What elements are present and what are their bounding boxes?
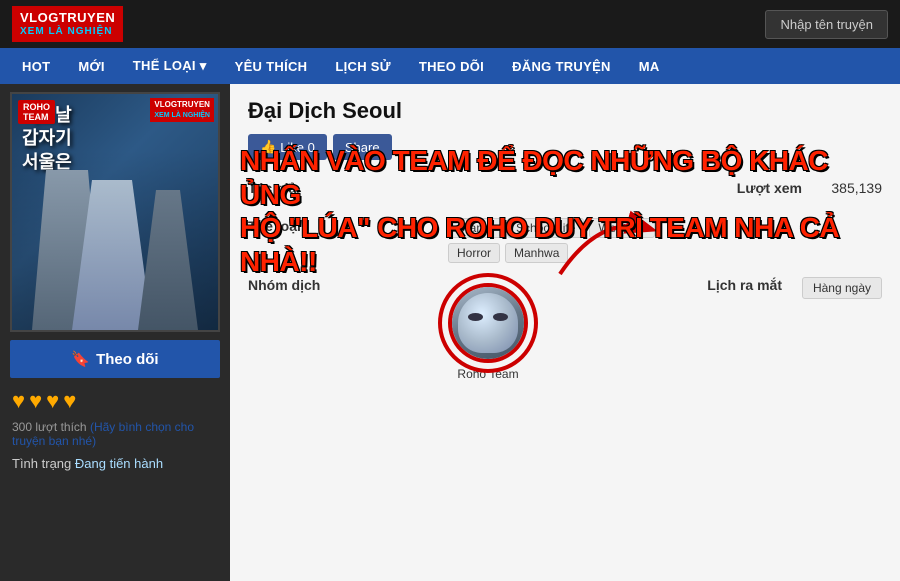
- nav-yeu-thich[interactable]: YÊU THÍCH: [221, 48, 322, 84]
- roho-badge: ROHOTEAM: [18, 100, 55, 124]
- nav-lich-su[interactable]: LỊCH SỬ: [321, 48, 405, 84]
- nav-hot[interactable]: HOT: [8, 48, 64, 84]
- stars-row: ♥ ♥ ♥ ♥: [8, 388, 76, 414]
- status-row: Tình trạng Đang tiến hành: [8, 456, 163, 471]
- logo-line2: XEM LÀ NGHIỆN: [20, 26, 115, 38]
- rating-text: 300 lượt thích (Hãy bình chọn cho truyện…: [8, 420, 222, 448]
- star-3[interactable]: ♥: [46, 388, 59, 414]
- face-shape: [458, 293, 518, 353]
- nhom-dich-row: Nhóm dịch Roho Team Lịch ra mắt Hàng ngà…: [248, 271, 882, 387]
- nav-dang-truyen[interactable]: ĐĂNG TRUYỆN: [498, 48, 625, 84]
- navigation: HOT MỚI THỂ LOẠI ▾ YÊU THÍCH LỊCH SỬ THE…: [0, 48, 900, 84]
- overlay-line1: NHẤN VÀO TEAM ĐỂ ĐỌC NHỮNG BỘ KHÁC ỦNG: [240, 144, 890, 211]
- header: VLOGTRUYEN XEM LÀ NGHIỆN Nhập tên truyện: [0, 0, 900, 48]
- star-1[interactable]: ♥: [12, 388, 25, 414]
- search-button[interactable]: Nhập tên truyện: [765, 10, 888, 39]
- status-value: Đang tiến hành: [75, 456, 163, 471]
- star-2[interactable]: ♥: [29, 388, 42, 414]
- team-avatar-inner: [452, 287, 524, 359]
- nav-theo-doi[interactable]: THEO DÕI: [405, 48, 498, 84]
- team-name: Roho Team: [448, 367, 528, 381]
- cover-logo: VLOGTRUYENXEM LÀ NGHIỆN: [150, 98, 214, 122]
- nhom-dich-value: Roho Team: [448, 271, 662, 387]
- team-avatar[interactable]: [448, 283, 528, 363]
- nav-the-loai[interactable]: THỂ LOẠI ▾: [119, 48, 221, 84]
- logo-line1: VLOGTRUYEN: [20, 10, 115, 26]
- main-content: VLOGTRUYENXEM LÀ NGHIỆN 어느날갑자기서울은 ROHOTE…: [0, 84, 900, 581]
- content-area: Đại Dịch Seoul 👍 Like 0 Share NHẤN VÀO T…: [230, 84, 900, 581]
- cover-image: VLOGTRUYENXEM LÀ NGHIỆN 어느날갑자기서울은 ROHOTE…: [10, 92, 220, 332]
- sidebar: VLOGTRUYENXEM LÀ NGHIỆN 어느날갑자기서울은 ROHOTE…: [0, 84, 230, 581]
- lich-badge: Hàng ngày: [802, 277, 882, 299]
- status-label: Tình trạng: [12, 456, 71, 471]
- manga-title: Đại Dịch Seoul: [248, 98, 882, 124]
- star-4[interactable]: ♥: [63, 388, 76, 414]
- follow-label: Theo dõi: [96, 351, 159, 368]
- overlay-text: NHẤN VÀO TEAM ĐỂ ĐỌC NHỮNG BỘ KHÁC ỦNG H…: [240, 144, 890, 278]
- team-container[interactable]: Roho Team: [448, 283, 528, 381]
- logo-area: VLOGTRUYEN XEM LÀ NGHIỆN: [12, 6, 123, 42]
- nav-moi[interactable]: MỚI: [64, 48, 118, 84]
- cover-characters: [12, 150, 218, 330]
- overlay-line2: HỘ "LÚA" CHO ROHO DUY TRÌ TEAM NHA CẢ NH…: [240, 211, 890, 278]
- nav-ma[interactable]: MA: [625, 48, 674, 84]
- follow-button[interactable]: 🔖 Theo dõi: [10, 340, 220, 378]
- logo[interactable]: VLOGTRUYEN XEM LÀ NGHIỆN: [12, 6, 123, 42]
- bookmark-icon: 🔖: [71, 350, 90, 368]
- votes-count: 300 lượt thích: [12, 420, 87, 434]
